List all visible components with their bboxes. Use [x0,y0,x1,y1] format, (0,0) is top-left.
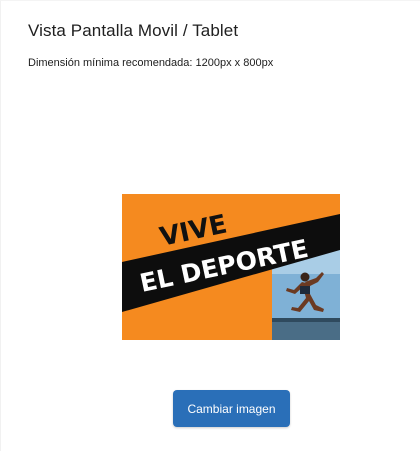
screen-preview-panel: Vista Pantalla Movil / Tablet Dimensión … [0,0,420,451]
panel-title: Vista Pantalla Movil / Tablet [28,21,239,40]
banner-graphic: VIVE EL DEPORTE [122,194,340,340]
change-image-button[interactable]: Cambiar imagen [173,390,290,427]
recommended-dimension-note: Dimensión mínima recomendada: 1200px x 8… [28,57,274,69]
banner-image-preview: VIVE EL DEPORTE [122,194,340,340]
